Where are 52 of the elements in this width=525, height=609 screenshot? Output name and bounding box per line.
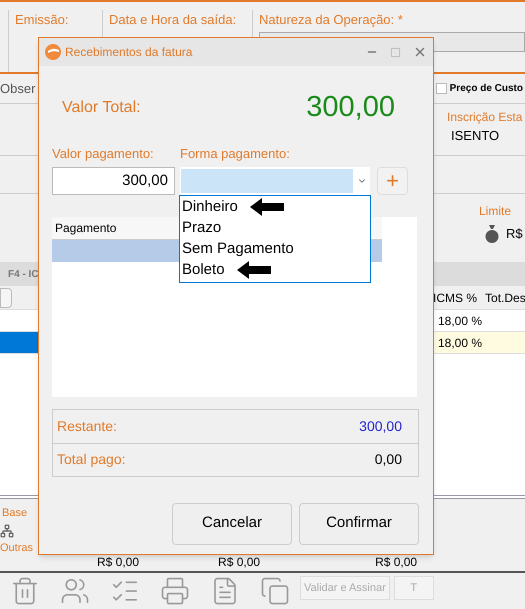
summary-value: 0,00 [374,450,402,469]
field-value: ISENTO [451,127,500,145]
summary-label: Total pago: [57,450,126,469]
summary-value: 300,00 [359,416,402,436]
field-label: Limite [479,203,512,220]
logo-icon [45,44,61,60]
dialog-button[interactable]: Confirmar [299,502,419,544]
users-icon[interactable] [60,576,90,606]
field-label: Forma pagamento: [180,145,290,163]
copy-icon[interactable] [260,576,290,606]
payment-value-field[interactable]: 300,00 [52,166,175,194]
amount-value: R$ 0,00 [97,554,140,571]
amount-value: R$ 0,00 [375,554,418,571]
column-header: Pagamento [54,220,116,236]
printer-icon[interactable] [160,576,190,606]
money-bag-icon [484,224,500,243]
close-icon[interactable] [413,45,427,59]
option-text: Dinheiro [182,196,238,217]
dropdown-option[interactable]: Sem Pagamento [180,238,370,260]
checkbox-label: Preço de Custo [450,82,523,96]
field-value: R$ [506,225,523,243]
checkbox[interactable] [436,83,447,94]
trash-icon[interactable] [10,576,40,606]
grid-button[interactable] [0,288,12,308]
window-title: Recebimentos da fatura [65,44,192,61]
summary-label: Restante: [57,416,117,436]
total-label: Valor Total: [62,98,141,118]
field-label: Natureza da Operação: * [259,11,404,29]
field-label: Outras [0,540,34,556]
field-label: Inscrição Esta [447,109,524,126]
column-header: Tot.Des [485,290,525,306]
maximize-icon[interactable] [390,46,401,58]
field-label: Valor pagamento: [52,145,155,163]
field-label: Data e Hora da saída: [109,11,238,29]
dropdown-option[interactable]: Dinheiro [180,196,370,218]
dropdown-option[interactable]: Boleto [180,260,370,280]
dropdown-option[interactable]: Prazo [180,218,370,238]
option-text: Prazo [182,218,222,238]
amount-value: R$ 0,00 [218,554,260,571]
option-text: Sem Pagamento [182,238,294,259]
section-label: F4 - IC [8,268,39,282]
hierarchy-icon [0,524,14,538]
table-cell: 18,00 % [433,332,525,353]
column-header: ICMS % [433,290,478,306]
option-text: Boleto [182,260,225,280]
arrow-icon [236,261,271,279]
tab[interactable]: Obser [0,78,36,98]
total-value: 300,00 [306,90,395,126]
field-label: Emissão: [15,11,70,29]
arrow-icon [250,198,284,216]
field-label: Base [1,506,28,521]
dialog-button[interactable]: Cancelar [172,502,292,544]
